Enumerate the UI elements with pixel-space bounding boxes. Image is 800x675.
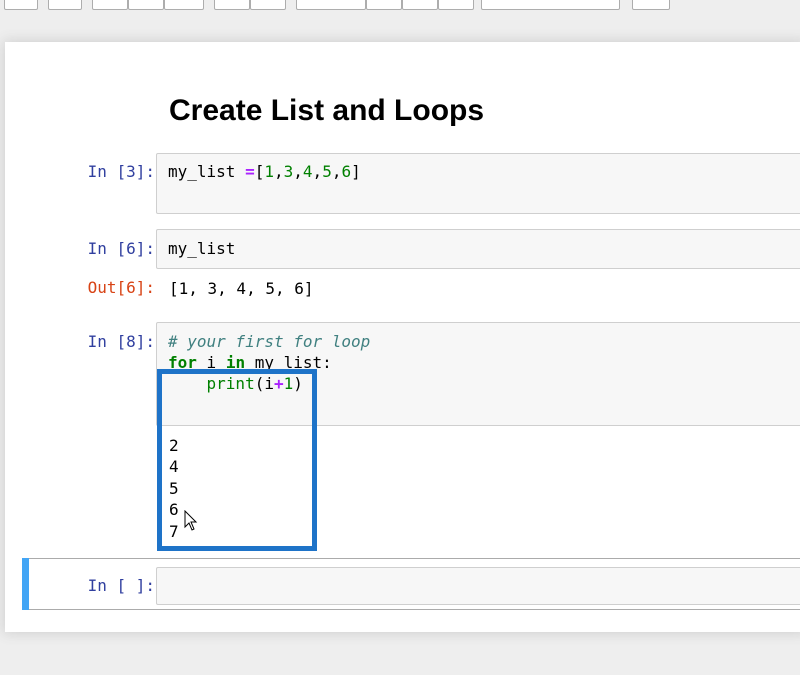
move-down-button[interactable] <box>250 0 286 10</box>
save-button[interactable] <box>4 0 38 10</box>
restart-run-button[interactable] <box>438 0 474 10</box>
cell-4-input[interactable] <box>156 567 800 605</box>
cell-4-prompt: In [ ]: <box>87 576 155 595</box>
restart-button[interactable] <box>402 0 438 10</box>
cell-2-input[interactable] <box>156 229 800 269</box>
paste-button[interactable] <box>164 0 204 10</box>
cell-3-prompt: In [8]: <box>87 332 155 351</box>
cell-2-code: my_list <box>168 239 236 258</box>
command-palette-button[interactable] <box>632 0 670 10</box>
cell-2-output: [1, 3, 4, 5, 6] <box>169 279 314 298</box>
cell-3-comment: # your first for loop <box>168 332 371 351</box>
toolbar <box>0 0 800 12</box>
page-title: Create List and Loops <box>169 94 485 127</box>
copy-button[interactable] <box>128 0 164 10</box>
cell-1-prompt: In [3]: <box>87 162 155 181</box>
cell-2-prompt: In [6]: <box>87 239 155 258</box>
insert-cell-button[interactable] <box>48 0 82 10</box>
cell-1-code: my_list =[1,3,4,5,6] <box>168 162 361 181</box>
cell-2-out-prompt: Out[6]: <box>87 278 155 297</box>
move-up-button[interactable] <box>214 0 250 10</box>
stop-button[interactable] <box>366 0 402 10</box>
run-button[interactable] <box>296 0 366 10</box>
cell-type-select[interactable] <box>481 0 620 10</box>
annotation-highlight-box <box>157 369 317 551</box>
cut-button[interactable] <box>92 0 128 10</box>
mouse-cursor-icon <box>184 510 198 531</box>
